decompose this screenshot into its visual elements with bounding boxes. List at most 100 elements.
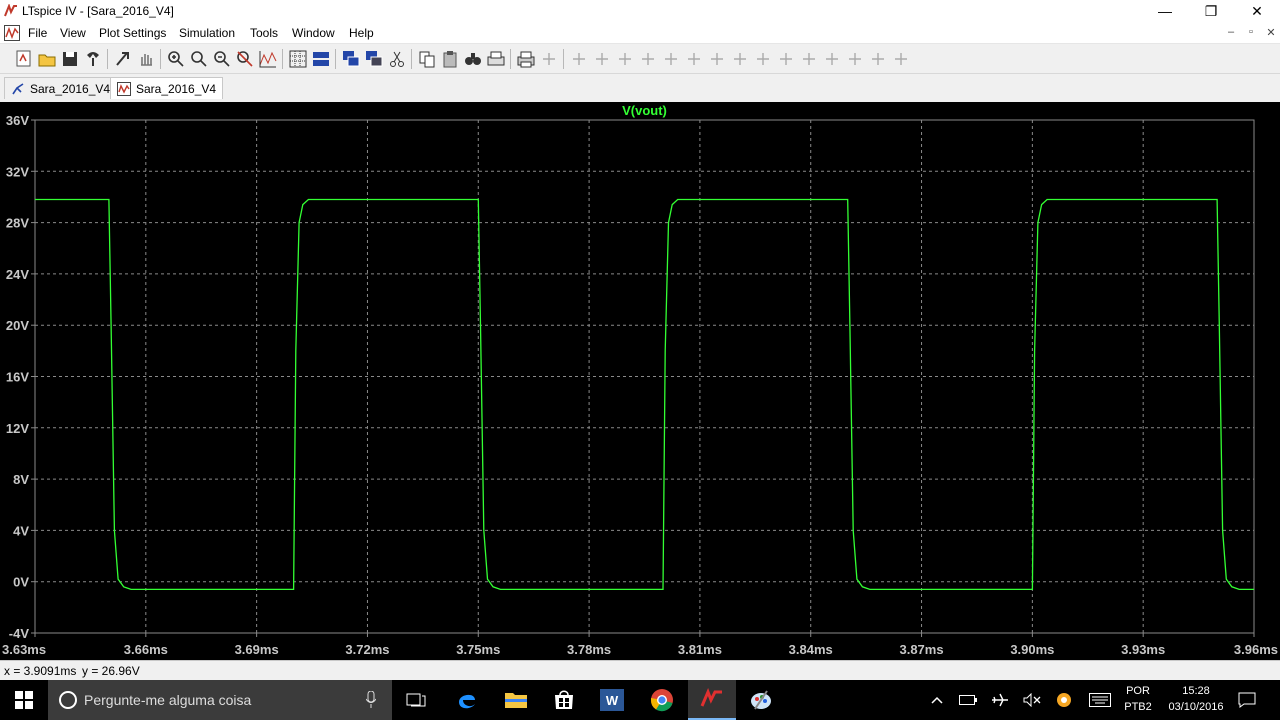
autorange-icon[interactable] [258,49,278,69]
y-tick-label: 16V [6,370,29,385]
language-code: POR [1126,685,1150,697]
menu-help[interactable]: Help [349,26,374,40]
action-center-button[interactable] [1232,680,1262,720]
toolbar-separator [563,49,564,69]
tab-schematic-label: Sara_2016_V4 [30,81,111,96]
y-tick-label: -4V [9,626,30,641]
language-indicator[interactable]: POR PTB2 [1118,683,1158,715]
zoom-in-icon[interactable] [166,49,186,69]
tile-vertical-icon[interactable] [364,49,384,69]
spice-directive-icon[interactable] [891,49,911,69]
new-schematic-icon[interactable] [14,49,34,69]
drag-icon[interactable] [753,49,773,69]
menu-window[interactable]: Window [292,26,335,40]
label-icon[interactable] [592,49,612,69]
save-icon[interactable] [60,49,80,69]
waveform-plot[interactable]: 3.63ms 3.66ms 3.69ms 3.72ms 3.75ms 3.78ms 3.81… [0,102,1280,660]
print-setup-icon[interactable] [486,49,506,69]
ltspice-taskbar-button[interactable] [688,680,736,720]
store-icon [555,690,573,709]
open-icon[interactable] [37,49,57,69]
capacitor-icon[interactable] [638,49,658,69]
mdi-minimize-button[interactable]: – [1223,26,1239,38]
grid-icon[interactable] [288,49,308,69]
inductor-icon[interactable] [661,49,681,69]
speaker-muted-icon [1023,693,1041,707]
y-tick-label: 0V [13,575,29,590]
minimize-button[interactable]: — [1142,0,1188,22]
battery-tray-button[interactable] [956,680,980,720]
copy-icon[interactable] [417,49,437,69]
x-tick-label: 3.93ms [1121,642,1165,657]
windows-taskbar: Pergunte-me alguma coisa W POR PTB2 15:2… [0,680,1280,720]
task-view-button[interactable] [392,680,440,720]
menu-file[interactable]: File [28,26,47,40]
resistor-icon[interactable] [615,49,635,69]
keyboard-layout: PTB2 [1124,701,1152,713]
redo-icon[interactable] [799,49,819,69]
clock[interactable]: 15:28 03/10/2016 [1166,683,1226,715]
word-button[interactable]: W [588,680,636,720]
menu-plot-settings[interactable]: Plot Settings [99,26,166,40]
text-icon[interactable] [868,49,888,69]
cortana-search-box[interactable]: Pergunte-me alguma coisa [48,680,392,720]
volume-tray-button[interactable] [1020,680,1044,720]
print-icon[interactable] [516,49,536,69]
trace-label-vout: V(vout) [622,103,667,118]
chevron-up-icon [931,696,943,704]
tile-horizontal-icon[interactable] [311,49,331,69]
mdi-close-button[interactable]: ✕ [1263,26,1279,39]
zoom-area-icon[interactable] [189,49,209,69]
keyboard-tray-button[interactable] [1086,680,1114,720]
wire-icon[interactable] [539,49,559,69]
toolbar [0,44,1280,74]
show-hidden-icons-button[interactable] [926,680,948,720]
toolbar-separator [411,49,412,69]
paste-icon[interactable] [440,49,460,69]
zoom-cancel-icon[interactable] [235,49,255,69]
zoom-out-icon[interactable] [212,49,232,69]
y-tick-label: 36V [6,113,29,128]
find-icon[interactable] [463,49,483,69]
menu-tools[interactable]: Tools [250,26,278,40]
pan-icon[interactable] [136,49,156,69]
cascade-icon[interactable] [341,49,361,69]
move-icon[interactable] [730,49,750,69]
tab-waveform[interactable]: Sara_2016_V4 [110,77,224,99]
cursor-y-readout: y = 26.96V [82,664,140,678]
chrome-button[interactable] [638,680,686,720]
mirror-icon[interactable] [845,49,865,69]
menu-simulation[interactable]: Simulation [179,26,235,40]
paint-button[interactable] [737,680,785,720]
control-panel-icon[interactable] [83,49,103,69]
undo-icon[interactable] [776,49,796,69]
maximize-button[interactable]: ❐ [1188,0,1234,22]
start-button[interactable] [0,680,48,720]
microphone-icon[interactable] [366,691,376,709]
menu-view[interactable]: View [60,26,86,40]
tab-schematic[interactable]: Sara_2016_V4 [4,77,118,99]
menu-bar: File View Plot Settings Simulation Tools… [0,22,1280,44]
x-tick-label: 3.66ms [124,642,168,657]
edge-button[interactable] [443,680,491,720]
store-button[interactable] [540,680,588,720]
network-tray-button[interactable] [988,680,1012,720]
run-icon[interactable] [113,49,133,69]
rotate-icon[interactable] [822,49,842,69]
waveform-chart[interactable]: 3.63ms 3.66ms 3.69ms 3.72ms 3.75ms 3.78ms 3.81… [0,102,1280,660]
toolbar-separator [160,49,161,69]
cortana-circle-icon [59,691,77,709]
component-icon[interactable] [707,49,727,69]
tab-bar: Sara_2016_V4 Sara_2016_V4 [0,74,1280,102]
mdi-restore-button[interactable]: ▫ [1243,26,1259,38]
app-tray-button[interactable] [1052,680,1076,720]
close-button[interactable]: ✕ [1234,0,1280,22]
schematic-icon [12,82,24,94]
file-explorer-button[interactable] [492,680,540,720]
waveform-window-icon [4,25,20,41]
ground-icon[interactable] [569,49,589,69]
cut-icon[interactable] [387,49,407,69]
x-tick-label: 3.81ms [678,642,722,657]
airplane-icon [992,693,1008,707]
diode-icon[interactable] [684,49,704,69]
